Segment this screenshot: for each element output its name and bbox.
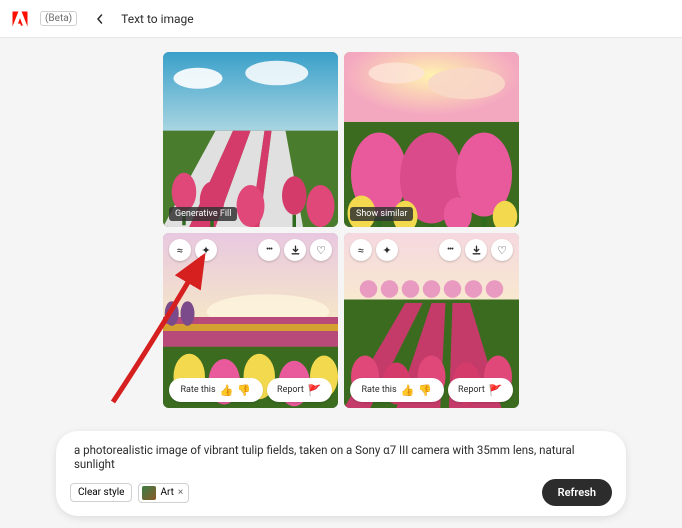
- style-chip-label: Art: [160, 487, 173, 498]
- rate-button[interactable]: Rate this 👍 👎: [350, 378, 444, 402]
- remove-style-icon[interactable]: ×: [178, 487, 183, 498]
- favorite-icon[interactable]: ♡: [491, 239, 513, 261]
- download-icon[interactable]: [465, 239, 487, 261]
- thumbs-up-icon[interactable]: 👍: [401, 384, 415, 397]
- thumbnail-image: [344, 52, 519, 227]
- report-button[interactable]: Report 🚩: [448, 378, 513, 402]
- result-tile-2[interactable]: Show similar: [344, 52, 519, 227]
- style-swatch-icon: [142, 486, 156, 500]
- thumbs-down-icon[interactable]: 👎: [237, 384, 251, 397]
- prompt-bar-region: a photorealistic image of vibrant tulip …: [0, 431, 682, 516]
- flag-icon: 🚩: [308, 384, 322, 397]
- flag-icon: 🚩: [489, 384, 503, 397]
- result-grid: Generative Fill Show simila: [163, 52, 519, 408]
- style-chip[interactable]: Art ×: [138, 483, 189, 503]
- prompt-controls: Clear style Art × Refresh: [70, 479, 612, 506]
- rate-label: Rate this: [361, 385, 396, 395]
- tile-actions-right: ••• ♡: [439, 239, 513, 261]
- result-tile-1[interactable]: Generative Fill: [163, 52, 338, 227]
- tile-actions-left: ≈ ✦: [350, 239, 398, 261]
- clear-style-button[interactable]: Clear style: [70, 483, 132, 502]
- beta-badge: (Beta): [40, 11, 77, 26]
- thumbnail-image: [163, 52, 338, 227]
- tile-bottom-actions: Rate this 👍 👎 Report 🚩: [169, 378, 332, 402]
- app-header: (Beta) Text to image: [0, 0, 682, 38]
- result-tile-4[interactable]: ≈ ✦ ••• ♡ Rate this 👍 👎 Report 🚩: [344, 233, 519, 408]
- thumbs-up-icon[interactable]: 👍: [220, 384, 234, 397]
- rate-button[interactable]: Rate this 👍 👎: [169, 378, 263, 402]
- show-similar-icon[interactable]: ≈: [350, 239, 372, 261]
- show-similar-icon[interactable]: ≈: [169, 239, 191, 261]
- breadcrumb: Text to image: [121, 12, 194, 26]
- tile-bottom-actions: Rate this 👍 👎 Report 🚩: [350, 378, 513, 402]
- tile-actions-left: ≈ ✦: [169, 239, 217, 261]
- more-icon[interactable]: •••: [258, 239, 280, 261]
- generative-fill-label[interactable]: Generative Fill: [169, 207, 237, 221]
- edit-icon[interactable]: ✦: [376, 239, 398, 261]
- tile-actions-right: ••• ♡: [258, 239, 332, 261]
- prompt-input[interactable]: a photorealistic image of vibrant tulip …: [70, 441, 612, 479]
- result-tile-3[interactable]: ≈ ✦ ••• ♡ Rate this 👍 👎 Report 🚩: [163, 233, 338, 408]
- report-label: Report: [458, 385, 485, 395]
- show-similar-label[interactable]: Show similar: [350, 207, 413, 221]
- style-controls: Clear style Art ×: [70, 483, 189, 503]
- prompt-bar: a photorealistic image of vibrant tulip …: [56, 431, 626, 516]
- favorite-icon[interactable]: ♡: [310, 239, 332, 261]
- gallery-region: Generative Fill Show simila: [0, 38, 682, 408]
- back-chevron-icon[interactable]: [93, 12, 107, 26]
- more-icon[interactable]: •••: [439, 239, 461, 261]
- rate-label: Rate this: [180, 385, 215, 395]
- adobe-logo-icon: [10, 9, 30, 29]
- download-icon[interactable]: [284, 239, 306, 261]
- refresh-button[interactable]: Refresh: [542, 479, 612, 506]
- report-button[interactable]: Report 🚩: [267, 378, 332, 402]
- thumbs-down-icon[interactable]: 👎: [418, 384, 432, 397]
- edit-icon[interactable]: ✦: [195, 239, 217, 261]
- report-label: Report: [277, 385, 304, 395]
